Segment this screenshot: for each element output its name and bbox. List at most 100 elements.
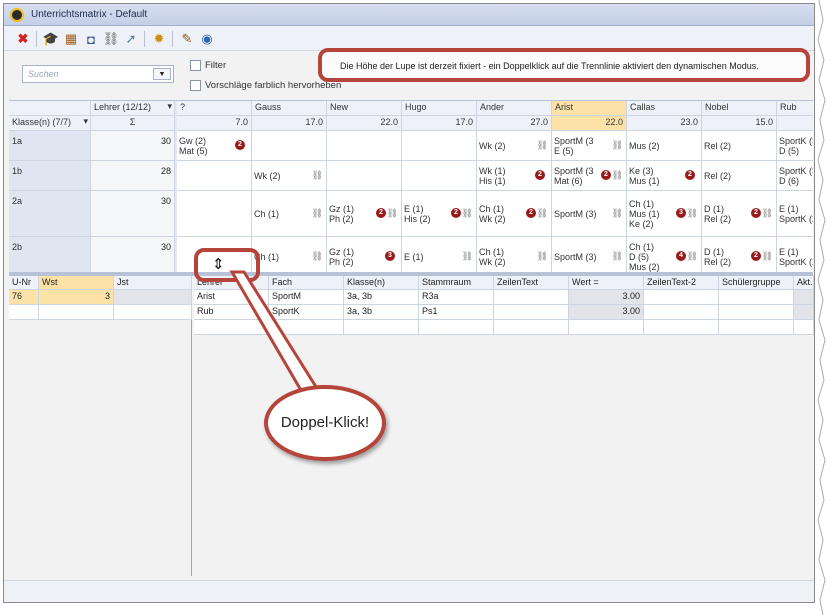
matrix-cell[interactable] xyxy=(402,131,477,161)
grid-cell[interactable] xyxy=(494,305,569,320)
matrix-cell[interactable]: D (1) Rel (2) ⛓ 2 xyxy=(702,237,777,272)
col-header-fach[interactable]: Fach xyxy=(269,276,344,290)
col-header-klasse-n[interactable]: Klasse(n) xyxy=(344,276,419,290)
matrix-cell[interactable] xyxy=(327,131,402,161)
matrix-cell[interactable]: SportM (3 E (5) ⛓ xyxy=(552,131,627,161)
grid-cell[interactable] xyxy=(494,290,569,305)
matrix-cell[interactable]: SportM (3) ⛓ xyxy=(552,237,627,272)
matrix-cell[interactable]: Gz (1) Ph (2) 3 xyxy=(327,237,402,272)
matrix-cell[interactable]: SportM (3 Mat (6) ⛓ 2 xyxy=(552,161,627,191)
chevron-down-icon[interactable]: ▾ xyxy=(83,116,88,127)
cell-wst[interactable]: 3 xyxy=(39,290,114,305)
matrix-cell[interactable] xyxy=(177,161,252,191)
class-row-header[interactable]: 1a xyxy=(9,131,91,161)
teacher-header-rub[interactable]: Rub xyxy=(777,101,813,116)
grid-cell[interactable]: Rub xyxy=(194,305,269,320)
calendar-icon[interactable]: ▦ xyxy=(62,30,80,48)
empty-cell[interactable] xyxy=(644,320,719,335)
matrix-cell[interactable]: Ch (1) ⛓ xyxy=(252,191,327,237)
teacher-header-hugo[interactable]: Hugo xyxy=(402,101,477,116)
col-header-unr[interactable]: U-Nr xyxy=(9,276,39,290)
teacher-icon[interactable]: ◘ xyxy=(82,30,100,48)
matrix-cell[interactable]: SportM (3) ⛓ xyxy=(552,191,627,237)
delete-icon[interactable]: ✖ xyxy=(14,30,32,48)
graduation-icon[interactable]: 🎓 xyxy=(42,30,60,48)
empty-cell[interactable] xyxy=(719,320,794,335)
empty-cell[interactable] xyxy=(344,320,419,335)
matrix-cell[interactable]: E (1) ⛓ xyxy=(402,237,477,272)
grid-cell[interactable] xyxy=(644,290,719,305)
matrix-cell[interactable] xyxy=(177,191,252,237)
col-header-akt[interactable]: Akt. xyxy=(794,276,814,290)
matrix-cell[interactable]: E (1)SportK (2 xyxy=(777,191,813,237)
teacher-header-gauss[interactable]: Gauss xyxy=(252,101,327,116)
matrix-cell[interactable]: Gz (1) Ph (2) ⛓ 2 xyxy=(327,191,402,237)
matrix-cell[interactable]: E (1) His (2) ⛓ 2 xyxy=(402,191,477,237)
search-combobox[interactable]: Suchen ▼ xyxy=(22,65,174,83)
grid-cell[interactable]: Arist xyxy=(194,290,269,305)
matrix-cell[interactable]: Gw (2) Mat (5) 2 xyxy=(177,131,252,161)
teacher-header-callas[interactable]: Callas xyxy=(627,101,702,116)
col-header-wert[interactable]: Wert = xyxy=(569,276,644,290)
rocket-icon[interactable]: ➚ xyxy=(122,30,140,48)
grid-cell[interactable]: 3a, 3b xyxy=(344,305,419,320)
chevron-down-icon[interactable]: ▾ xyxy=(167,101,172,112)
matrix-cell[interactable] xyxy=(252,131,327,161)
matrix-cell[interactable]: SportK (3D (5) xyxy=(777,131,813,161)
class-filter-header[interactable]: Klasse(n) (7/7) ▾ xyxy=(9,116,91,131)
col-header-wst[interactable]: Wst xyxy=(39,276,114,290)
suggestions-checkbox[interactable] xyxy=(190,80,201,91)
matrix-cell[interactable]: Mus (2) xyxy=(627,131,702,161)
col-header-stammraum[interactable]: Stammraum xyxy=(419,276,494,290)
matrix-cell[interactable]: Ch (1) Wk (2) ⛓ 2 xyxy=(477,191,552,237)
globe-icon[interactable]: ◉ xyxy=(198,30,216,48)
teacher-header-arist[interactable]: Arist xyxy=(552,101,627,116)
grid-cell[interactable] xyxy=(794,290,814,305)
settings-icon[interactable]: ✹ xyxy=(150,30,168,48)
cell-jst[interactable] xyxy=(114,290,192,305)
class-row-header[interactable]: 2b xyxy=(9,237,91,272)
matrix-cell[interactable]: D (1) Rel (2) ⛓ 2 xyxy=(702,191,777,237)
empty-cell[interactable] xyxy=(114,305,192,320)
matrix-cell[interactable]: Rel (2) xyxy=(702,161,777,191)
grid-cell[interactable]: 3.00 xyxy=(569,290,644,305)
matrix-cell[interactable]: Ch (1) Wk (2) ⛓ xyxy=(477,237,552,272)
grid-cell[interactable]: SportK xyxy=(269,305,344,320)
col-header-zeilentext[interactable]: ZeilenText xyxy=(494,276,569,290)
empty-cell[interactable] xyxy=(569,320,644,335)
link-icon[interactable]: ⛓ xyxy=(102,30,120,48)
col-header-jst[interactable]: Jst xyxy=(114,276,192,290)
teacher-header-new[interactable]: New xyxy=(327,101,402,116)
grid-cell[interactable]: SportM xyxy=(269,290,344,305)
matrix-cell[interactable]: SportK (3D (6) xyxy=(777,161,813,191)
pen-icon[interactable]: ✎ xyxy=(178,30,196,48)
matrix-cell[interactable]: Ch (1) D (5) Mus (2) ⛓ 4 xyxy=(627,237,702,272)
class-row-header[interactable]: 1b xyxy=(9,161,91,191)
grid-cell[interactable]: 3a, 3b xyxy=(344,290,419,305)
cell-unr[interactable]: 76 xyxy=(9,290,39,305)
matrix-cell[interactable]: Wk (1) His (1) 2 xyxy=(477,161,552,191)
teacher-header-ander[interactable]: Ander xyxy=(477,101,552,116)
empty-cell[interactable] xyxy=(419,320,494,335)
teacher-header-nobel[interactable]: Nobel xyxy=(702,101,777,116)
col-header-zeilentext-2[interactable]: ZeilenText-2 xyxy=(644,276,719,290)
matrix-cell[interactable]: Wk (2) ⛓ xyxy=(252,161,327,191)
grid-cell[interactable] xyxy=(719,305,794,320)
grid-cell[interactable]: R3a xyxy=(419,290,494,305)
teacher-header-unknown[interactable]: ? xyxy=(177,101,252,116)
matrix-cell[interactable]: Wk (2) ⛓ xyxy=(477,131,552,161)
matrix-cell[interactable]: Ke (3) Mus (1) 2 xyxy=(627,161,702,191)
grid-cell[interactable] xyxy=(719,290,794,305)
matrix-cell[interactable]: Ch (1) ⛓ xyxy=(252,237,327,272)
matrix-cell[interactable]: E (1)SportK (2 xyxy=(777,237,813,272)
empty-cell[interactable] xyxy=(794,320,814,335)
filter-checkbox[interactable] xyxy=(190,60,201,71)
grid-cell[interactable]: Ps1 xyxy=(419,305,494,320)
empty-cell[interactable] xyxy=(194,320,269,335)
chevron-down-icon[interactable]: ▼ xyxy=(153,68,171,80)
matrix-cell[interactable]: Ch (1) Mus (1) Ke (2) ⛓ 3 xyxy=(627,191,702,237)
matrix-cell[interactable]: Rel (2) xyxy=(702,131,777,161)
grid-cell[interactable] xyxy=(794,305,814,320)
class-row-header[interactable]: 2a xyxy=(9,191,91,237)
grid-cell[interactable]: 3.00 xyxy=(569,305,644,320)
